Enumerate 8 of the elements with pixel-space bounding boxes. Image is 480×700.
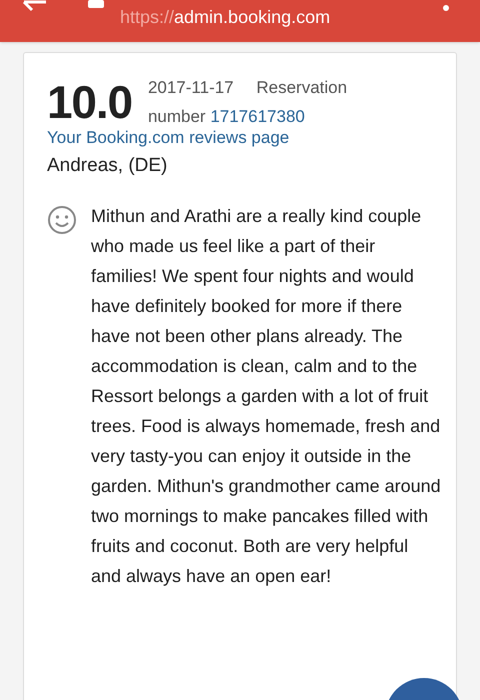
page-icon [88, 0, 104, 8]
reservation-link[interactable]: 1717617380 [210, 107, 305, 126]
smiley-icon [47, 205, 77, 235]
url-text[interactable]: https://admin.booking.com [120, 6, 330, 28]
back-arrow-icon[interactable] [22, 0, 48, 12]
guest-name: Andreas, (DE) [47, 154, 168, 178]
review-text: Mithun and Arathi are a really kind couple who made us feel like a part of their families! We spent four nights and would have definitely booked for more if there have not been other plans already. The accommodation is clean, calm and to the Ressort belongs a garden with a lot of fruit trees. Food is always homemade, fresh and very tasty-you can enjoy it outside in the garden. Mithun's grandmother came around two mornings to make pancakes filled with fruits and coconut. Both are very helpful and always have an open ear! [91, 205, 441, 588]
review-meta: 2017-11-17 Reservation number 1717617380 [148, 77, 348, 128]
